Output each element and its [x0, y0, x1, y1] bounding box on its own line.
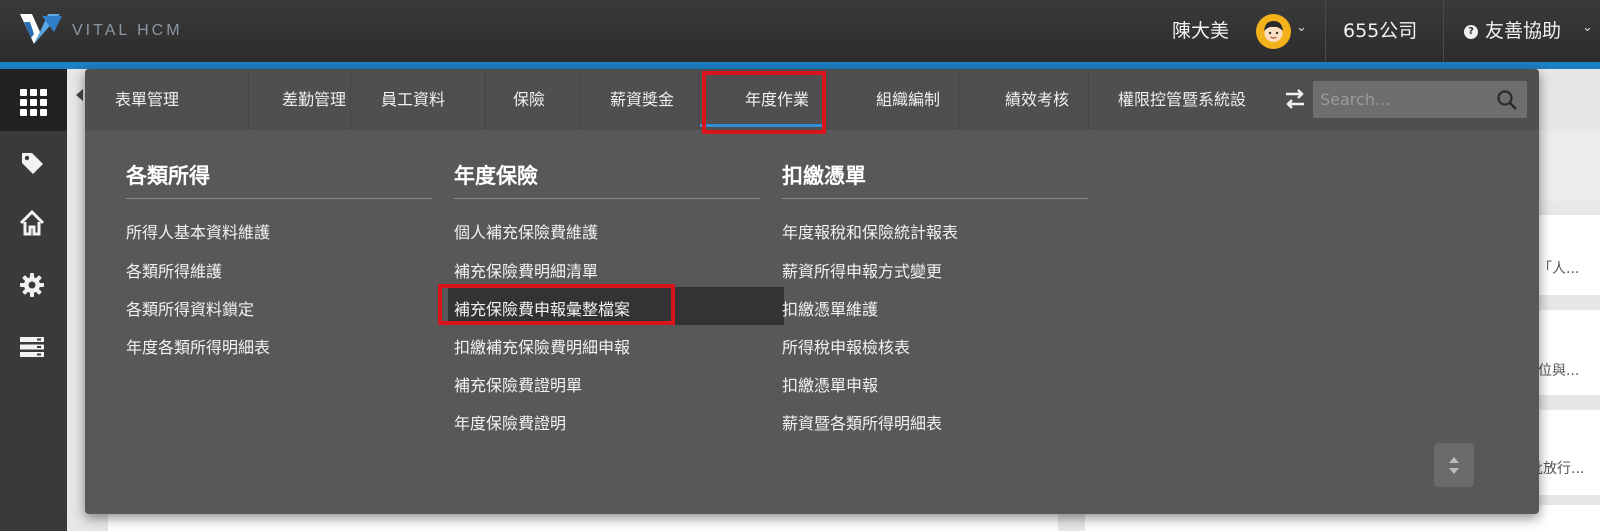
menu-pointer	[76, 89, 83, 101]
divider	[126, 198, 432, 199]
user-name[interactable]: 陳大美	[1172, 16, 1229, 43]
section-title-income: 各類所得	[126, 164, 210, 188]
user-avatar-icon[interactable]	[1256, 14, 1291, 49]
company-selector[interactable]: 655公司	[1343, 16, 1417, 43]
menu-item[interactable]: 補充保險費明細清單	[454, 258, 598, 282]
home-icon[interactable]	[18, 209, 46, 237]
annotation-box-item	[438, 284, 675, 325]
divider	[958, 69, 959, 130]
divider	[1325, 0, 1326, 62]
menu-item[interactable]: 年度報稅和保險統計報表	[782, 219, 958, 243]
left-rail	[0, 69, 67, 531]
help-icon[interactable]: ?	[1464, 25, 1478, 39]
divider	[782, 198, 1088, 199]
top-bar: VITAL HCM 陳大美 ⌄ 655公司 ? 友善協助 ⌄	[0, 0, 1600, 62]
sort-arrows-icon	[1449, 457, 1459, 474]
swap-arrows-icon[interactable]	[1283, 88, 1307, 110]
vital-logo[interactable]	[18, 10, 64, 52]
tab-performance[interactable]: 績效考核	[1005, 69, 1069, 130]
menu-item[interactable]: 年度保險費證明	[454, 410, 566, 434]
section-title-annual-insurance: 年度保險	[454, 164, 538, 188]
chevron-down-icon[interactable]: ⌄	[1582, 20, 1593, 35]
gear-icon[interactable]	[18, 271, 46, 299]
tab-permissions[interactable]: 權限控管暨系統設	[1118, 69, 1250, 130]
server-list-icon[interactable]	[18, 333, 46, 361]
divider	[350, 69, 351, 130]
menu-item[interactable]: 扣繳憑單申報	[782, 372, 878, 396]
tab-organization[interactable]: 組織編制	[876, 69, 940, 130]
search-icon[interactable]	[1496, 89, 1518, 111]
menu-item[interactable]: 年度各類所得明細表	[126, 334, 270, 358]
divider	[454, 198, 760, 199]
divider	[828, 69, 829, 130]
menu-item[interactable]: 所得人基本資料維護	[126, 219, 270, 243]
chevron-down-icon[interactable]: ⌄	[1296, 20, 1307, 35]
tab-payroll[interactable]: 薪資獎金	[610, 69, 674, 130]
header-accent-line	[0, 62, 1600, 69]
search-input[interactable]	[1313, 81, 1493, 118]
menu-search	[1313, 81, 1527, 118]
menu-item[interactable]: 所得稅申報檢核表	[782, 334, 910, 358]
menu-item[interactable]: 扣繳補充保險費明細申報	[454, 334, 630, 358]
scroll-toggle-button[interactable]	[1434, 443, 1474, 487]
tag-icon[interactable]	[18, 149, 46, 177]
annotation-box-tab	[702, 71, 826, 134]
tab-insurance[interactable]: 保險	[513, 69, 545, 130]
mega-menu: 表單管理 差勤管理 員工資料 保險 薪資獎金 年度作業 組織編制 績效考核 權限…	[85, 69, 1539, 514]
news-snippet: 位與...	[1538, 363, 1580, 379]
menu-item[interactable]: 個人補充保險費維護	[454, 219, 598, 243]
help-menu[interactable]: 友善協助	[1485, 16, 1561, 43]
menu-item[interactable]: 各類所得資料鎖定	[126, 296, 254, 320]
menu-item[interactable]: 薪資暨各類所得明細表	[782, 410, 942, 434]
divider	[1088, 69, 1089, 130]
divider	[1443, 0, 1444, 62]
menu-item[interactable]: 各類所得維護	[126, 258, 222, 282]
tab-attendance[interactable]: 差勤管理	[248, 69, 346, 130]
menu-item[interactable]: 薪資所得申報方式變更	[782, 258, 942, 282]
menu-item[interactable]: 補充保險費證明單	[454, 372, 582, 396]
divider	[698, 69, 699, 130]
menu-item[interactable]: 扣繳憑單維護	[782, 296, 878, 320]
divider	[580, 69, 581, 130]
app-grid-icon[interactable]	[0, 69, 67, 131]
news-snippet: 「人...	[1538, 261, 1580, 277]
brand-name: VITAL HCM	[72, 22, 183, 39]
tab-form-management[interactable]: 表單管理	[115, 69, 179, 130]
divider	[485, 69, 486, 130]
section-title-withholding: 扣繳憑單	[782, 164, 866, 188]
tab-employee-data[interactable]: 員工資料	[381, 69, 445, 130]
